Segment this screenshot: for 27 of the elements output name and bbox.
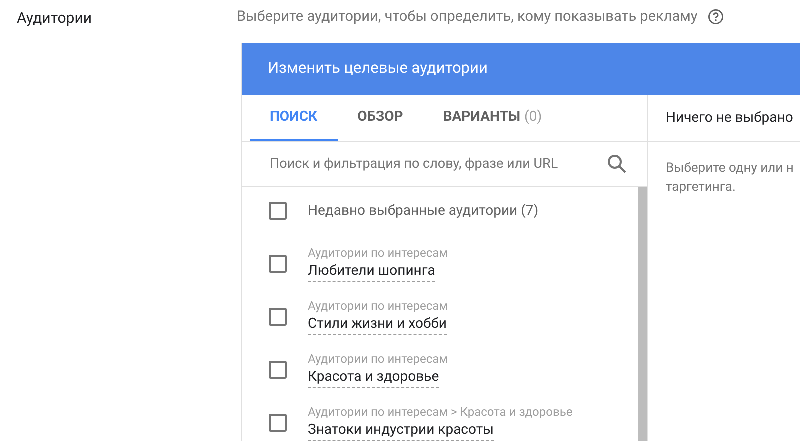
scrollbar[interactable] <box>638 187 647 441</box>
hint-text: Выберите одну или н <box>666 160 795 178</box>
item-category: Аудитории по интересам > Красота и здоровье <box>308 404 573 420</box>
checkbox[interactable] <box>269 202 287 220</box>
item-label: Недавно выбранные аудитории (7) <box>308 202 539 220</box>
tab[interactable]: ВАРИАНТЫ (0) <box>423 95 562 141</box>
panel-title: Изменить целевые аудитории <box>268 58 488 80</box>
item-label[interactable]: Стили жизни и хобби <box>308 314 447 335</box>
hint-text: таргетинга. <box>666 179 737 197</box>
checkbox[interactable] <box>269 254 287 272</box>
section-label: Аудитории <box>17 9 92 27</box>
description-text: Выберите аудитории, чтобы определить, кому показывать рекламу <box>237 7 698 27</box>
item-category: Аудитории по интересам <box>308 351 448 367</box>
search-icon[interactable] <box>607 154 627 174</box>
tab[interactable]: ПОИСК <box>250 95 338 141</box>
checkbox[interactable] <box>269 414 287 432</box>
item-label[interactable]: Знатоки индустрии красоты <box>308 420 494 441</box>
item-category: Аудитории по интересам <box>308 298 448 314</box>
item-label[interactable]: Красота и здоровье <box>308 367 440 388</box>
checkbox[interactable] <box>269 308 287 326</box>
help-icon[interactable] <box>708 9 724 25</box>
checkbox[interactable] <box>269 360 287 378</box>
item-label[interactable]: Любители шопинга <box>308 261 436 282</box>
search-field[interactable]: Поиск и фильтрация по слову, фразе или URL <box>270 154 607 174</box>
item-category: Аудитории по интересам <box>308 245 448 261</box>
selection-title: Ничего не выбрано <box>666 108 794 128</box>
tab[interactable]: ОБЗОР <box>338 95 424 141</box>
